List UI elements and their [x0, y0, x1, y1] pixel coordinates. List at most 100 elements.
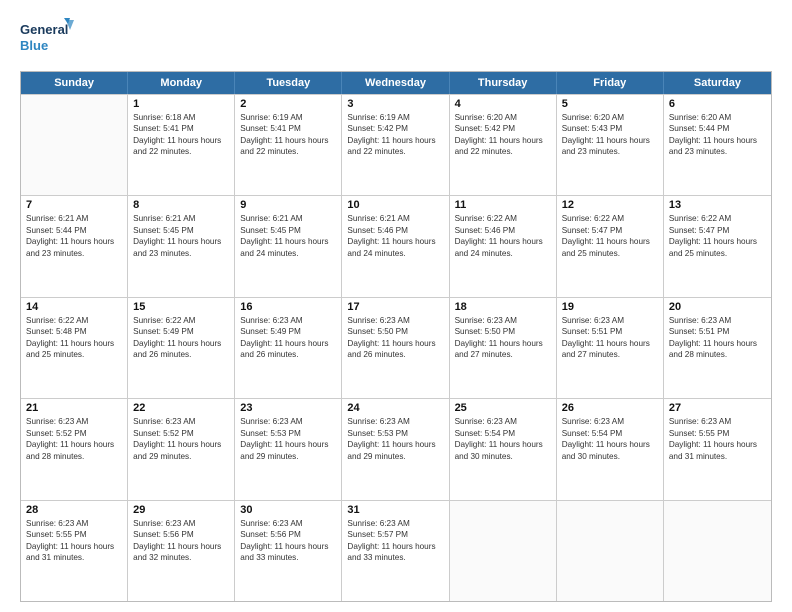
day-number: 15 [133, 301, 229, 313]
calendar-week-2: 7 Sunrise: 6:21 AM Sunset: 5:44 PM Dayli… [21, 195, 771, 296]
day-number: 2 [240, 98, 336, 110]
day-number: 26 [562, 402, 658, 414]
sunset-line: Sunset: 5:49 PM [133, 326, 229, 337]
sunrise-line: Sunrise: 6:23 AM [562, 315, 658, 326]
daylight-line: Daylight: 11 hours hoursand 23 minutes. [133, 236, 229, 259]
sunrise-line: Sunrise: 6:22 AM [133, 315, 229, 326]
day-number: 27 [669, 402, 766, 414]
day-cell-2: 2 Sunrise: 6:19 AM Sunset: 5:41 PM Dayli… [235, 95, 342, 195]
svg-text:General: General [20, 22, 68, 37]
daylight-line: Daylight: 11 hours hoursand 24 minutes. [455, 236, 551, 259]
sunset-line: Sunset: 5:50 PM [347, 326, 443, 337]
sunset-line: Sunset: 5:46 PM [347, 225, 443, 236]
sunset-line: Sunset: 5:57 PM [347, 529, 443, 540]
day-cell-10: 10 Sunrise: 6:21 AM Sunset: 5:46 PM Dayl… [342, 196, 449, 296]
day-number: 16 [240, 301, 336, 313]
sunset-line: Sunset: 5:49 PM [240, 326, 336, 337]
day-cell-14: 14 Sunrise: 6:22 AM Sunset: 5:48 PM Dayl… [21, 298, 128, 398]
day-number: 9 [240, 199, 336, 211]
empty-cell [557, 501, 664, 601]
sunset-line: Sunset: 5:53 PM [240, 428, 336, 439]
sunrise-line: Sunrise: 6:20 AM [562, 112, 658, 123]
sunrise-line: Sunrise: 6:22 AM [669, 213, 766, 224]
sunrise-line: Sunrise: 6:23 AM [669, 315, 766, 326]
sunset-line: Sunset: 5:41 PM [133, 123, 229, 134]
sunset-line: Sunset: 5:43 PM [562, 123, 658, 134]
daylight-line: Daylight: 11 hours hoursand 30 minutes. [455, 439, 551, 462]
day-number: 3 [347, 98, 443, 110]
calendar-week-1: 1 Sunrise: 6:18 AM Sunset: 5:41 PM Dayli… [21, 94, 771, 195]
day-cell-31: 31 Sunrise: 6:23 AM Sunset: 5:57 PM Dayl… [342, 501, 449, 601]
day-number: 24 [347, 402, 443, 414]
day-number: 4 [455, 98, 551, 110]
daylight-line: Daylight: 11 hours hoursand 29 minutes. [240, 439, 336, 462]
day-cell-30: 30 Sunrise: 6:23 AM Sunset: 5:56 PM Dayl… [235, 501, 342, 601]
sunrise-line: Sunrise: 6:21 AM [133, 213, 229, 224]
sunset-line: Sunset: 5:44 PM [669, 123, 766, 134]
sunrise-line: Sunrise: 6:18 AM [133, 112, 229, 123]
day-number: 30 [240, 504, 336, 516]
sunset-line: Sunset: 5:42 PM [455, 123, 551, 134]
sunrise-line: Sunrise: 6:23 AM [455, 416, 551, 427]
daylight-line: Daylight: 11 hours hoursand 27 minutes. [455, 338, 551, 361]
day-cell-21: 21 Sunrise: 6:23 AM Sunset: 5:52 PM Dayl… [21, 399, 128, 499]
day-cell-6: 6 Sunrise: 6:20 AM Sunset: 5:44 PM Dayli… [664, 95, 771, 195]
day-cell-16: 16 Sunrise: 6:23 AM Sunset: 5:49 PM Dayl… [235, 298, 342, 398]
day-cell-24: 24 Sunrise: 6:23 AM Sunset: 5:53 PM Dayl… [342, 399, 449, 499]
sunrise-line: Sunrise: 6:23 AM [669, 416, 766, 427]
day-cell-7: 7 Sunrise: 6:21 AM Sunset: 5:44 PM Dayli… [21, 196, 128, 296]
daylight-line: Daylight: 11 hours hoursand 25 minutes. [26, 338, 122, 361]
sunrise-line: Sunrise: 6:23 AM [240, 416, 336, 427]
day-number: 31 [347, 504, 443, 516]
day-number: 28 [26, 504, 122, 516]
header-day-thursday: Thursday [450, 72, 557, 94]
sunrise-line: Sunrise: 6:20 AM [455, 112, 551, 123]
sunset-line: Sunset: 5:51 PM [669, 326, 766, 337]
sunrise-line: Sunrise: 6:23 AM [562, 416, 658, 427]
sunset-line: Sunset: 5:41 PM [240, 123, 336, 134]
sunrise-line: Sunrise: 6:19 AM [240, 112, 336, 123]
day-number: 17 [347, 301, 443, 313]
day-number: 29 [133, 504, 229, 516]
day-number: 20 [669, 301, 766, 313]
daylight-line: Daylight: 11 hours hoursand 29 minutes. [347, 439, 443, 462]
sunrise-line: Sunrise: 6:22 AM [455, 213, 551, 224]
sunset-line: Sunset: 5:54 PM [562, 428, 658, 439]
daylight-line: Daylight: 11 hours hoursand 33 minutes. [347, 541, 443, 564]
daylight-line: Daylight: 11 hours hoursand 26 minutes. [240, 338, 336, 361]
calendar-header: SundayMondayTuesdayWednesdayThursdayFrid… [21, 72, 771, 94]
calendar-week-3: 14 Sunrise: 6:22 AM Sunset: 5:48 PM Dayl… [21, 297, 771, 398]
sunrise-line: Sunrise: 6:23 AM [240, 315, 336, 326]
page-header: General Blue [20, 16, 772, 61]
sunset-line: Sunset: 5:42 PM [347, 123, 443, 134]
daylight-line: Daylight: 11 hours hoursand 27 minutes. [562, 338, 658, 361]
sunrise-line: Sunrise: 6:23 AM [347, 518, 443, 529]
sunrise-line: Sunrise: 6:23 AM [133, 518, 229, 529]
day-number: 18 [455, 301, 551, 313]
day-number: 19 [562, 301, 658, 313]
sunset-line: Sunset: 5:55 PM [669, 428, 766, 439]
sunrise-line: Sunrise: 6:21 AM [240, 213, 336, 224]
day-cell-18: 18 Sunrise: 6:23 AM Sunset: 5:50 PM Dayl… [450, 298, 557, 398]
svg-text:Blue: Blue [20, 38, 48, 53]
sunset-line: Sunset: 5:55 PM [26, 529, 122, 540]
sunset-line: Sunset: 5:47 PM [562, 225, 658, 236]
sunset-line: Sunset: 5:45 PM [240, 225, 336, 236]
day-number: 11 [455, 199, 551, 211]
day-cell-17: 17 Sunrise: 6:23 AM Sunset: 5:50 PM Dayl… [342, 298, 449, 398]
day-number: 21 [26, 402, 122, 414]
day-cell-4: 4 Sunrise: 6:20 AM Sunset: 5:42 PM Dayli… [450, 95, 557, 195]
daylight-line: Daylight: 11 hours hoursand 22 minutes. [455, 135, 551, 158]
sunset-line: Sunset: 5:52 PM [26, 428, 122, 439]
sunrise-line: Sunrise: 6:23 AM [26, 518, 122, 529]
sunrise-line: Sunrise: 6:22 AM [26, 315, 122, 326]
general-blue-logo: General Blue [20, 16, 75, 61]
sunset-line: Sunset: 5:56 PM [240, 529, 336, 540]
empty-cell [21, 95, 128, 195]
daylight-line: Daylight: 11 hours hoursand 23 minutes. [669, 135, 766, 158]
header-day-sunday: Sunday [21, 72, 128, 94]
sunrise-line: Sunrise: 6:21 AM [347, 213, 443, 224]
day-cell-19: 19 Sunrise: 6:23 AM Sunset: 5:51 PM Dayl… [557, 298, 664, 398]
sunset-line: Sunset: 5:51 PM [562, 326, 658, 337]
sunrise-line: Sunrise: 6:23 AM [347, 315, 443, 326]
